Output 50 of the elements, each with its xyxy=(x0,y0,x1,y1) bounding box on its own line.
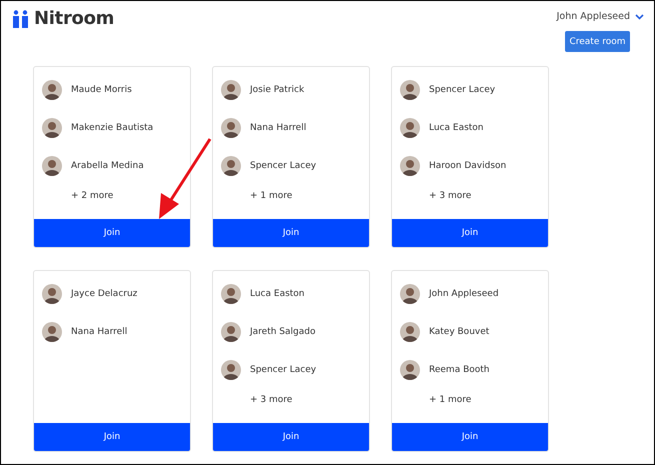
avatar xyxy=(221,156,241,176)
join-button[interactable]: Join xyxy=(213,219,369,247)
avatar xyxy=(42,284,62,304)
member-name: Nana Harrell xyxy=(250,123,306,133)
join-button[interactable]: Join xyxy=(34,219,190,247)
join-button[interactable]: Join xyxy=(392,423,548,451)
avatar xyxy=(400,322,420,342)
avatar xyxy=(221,80,241,100)
member-name: Josie Patrick xyxy=(250,85,304,95)
avatar xyxy=(221,322,241,342)
brand-name: Nitroom xyxy=(34,8,114,29)
avatar xyxy=(221,284,241,304)
avatar xyxy=(400,118,420,138)
avatar xyxy=(400,360,420,380)
avatar xyxy=(42,118,62,138)
avatar xyxy=(42,322,62,342)
more-count: + 1 more xyxy=(249,191,294,201)
member-name: Reema Booth xyxy=(429,365,490,375)
member-name: Luca Easton xyxy=(250,289,305,299)
member-name: Jareth Salgado xyxy=(250,327,316,337)
member-name: Maude Morris xyxy=(71,85,132,95)
chevron-icon xyxy=(635,14,644,20)
create-room-button[interactable]: Create room xyxy=(565,31,630,52)
avatar xyxy=(400,284,420,304)
more-count: + 3 more xyxy=(428,191,472,201)
avatar xyxy=(400,156,420,176)
member-name: Haroon Davidson xyxy=(429,161,506,171)
join-button[interactable]: Join xyxy=(392,219,548,247)
user-menu[interactable]: John Appleseed xyxy=(556,11,644,22)
member-name: Arabella Medina xyxy=(71,161,144,171)
join-button[interactable]: Join xyxy=(34,423,190,451)
member-name: Katey Bouvet xyxy=(429,327,490,337)
member-name: Spencer Lacey xyxy=(429,85,496,95)
avatar xyxy=(400,80,420,100)
more-count: + 1 more xyxy=(428,395,472,405)
avatar xyxy=(42,80,62,100)
member-name: Nana Harrell xyxy=(71,327,128,337)
avatar xyxy=(221,118,241,138)
logo-icon xyxy=(12,10,29,28)
more-count: + 2 more xyxy=(70,191,114,201)
member-name: John Appleseed xyxy=(429,289,499,299)
join-button[interactable]: Join xyxy=(213,423,369,451)
member-name: Spencer Lacey xyxy=(250,161,316,171)
avatar xyxy=(221,360,241,380)
more-count: + 3 more xyxy=(249,395,294,405)
member-name: Spencer Lacey xyxy=(250,365,316,375)
member-name: Luca Easton xyxy=(429,123,484,133)
member-name: Jayce Delacruz xyxy=(71,289,138,299)
avatar xyxy=(42,156,62,176)
member-name: Makenzie Bautista xyxy=(71,123,154,133)
